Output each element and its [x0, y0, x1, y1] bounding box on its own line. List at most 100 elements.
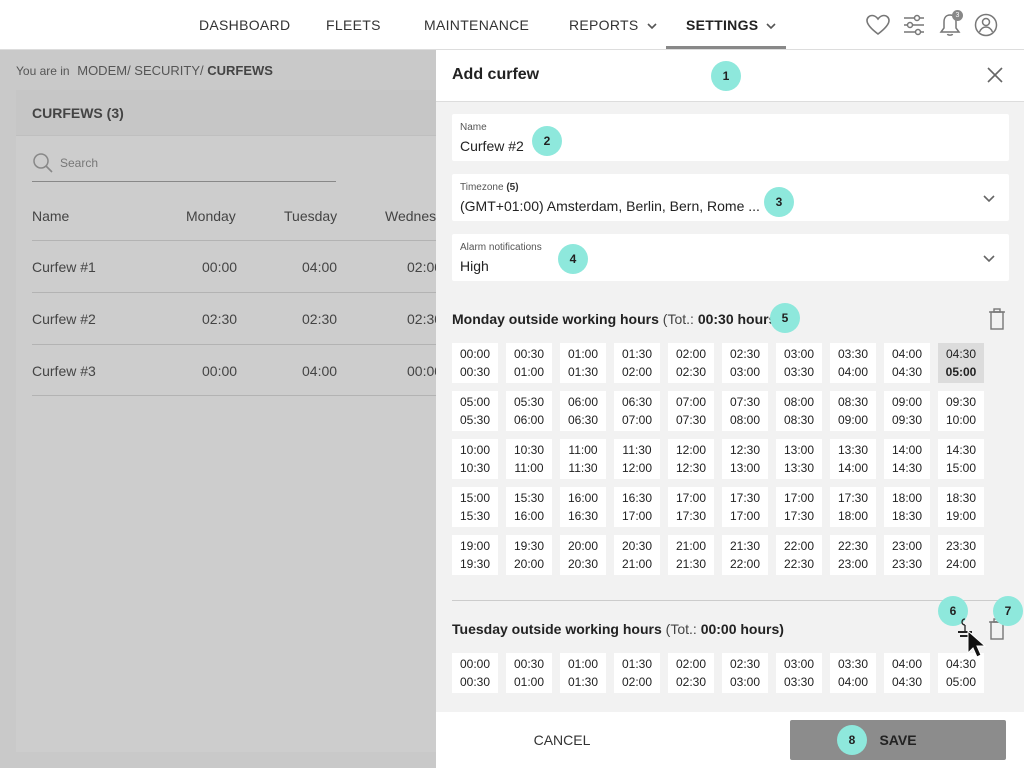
cancel-button[interactable]: CANCEL — [500, 720, 624, 760]
time-slot[interactable]: 12:30 13:00 — [722, 439, 768, 479]
time-slot[interactable]: 14:00 14:30 — [884, 439, 930, 479]
time-slot-start: 05:00 — [459, 395, 491, 409]
time-slot[interactable]: 00:30 01:00 — [506, 653, 552, 693]
time-slot[interactable]: 23:00 23:30 — [884, 535, 930, 575]
time-slot[interactable]: 16:30 17:00 — [614, 487, 660, 527]
time-slot[interactable]: 23:30 24:00 — [938, 535, 984, 575]
time-slot[interactable]: 22:00 22:30 — [776, 535, 822, 575]
nav-maintenance[interactable]: MAINTENANCE — [424, 0, 529, 50]
time-slot[interactable]: 09:00 09:30 — [884, 391, 930, 431]
time-slot-start: 20:30 — [621, 539, 653, 553]
table-row[interactable]: Curfew #1 00:00 04:00 02:00 — [32, 240, 452, 292]
search-input[interactable]: Search — [32, 150, 336, 182]
annotation-marker: 1 — [711, 61, 741, 91]
time-slot-start: 06:00 — [567, 395, 599, 409]
column-header-monday[interactable]: Monday — [186, 208, 236, 224]
time-slot[interactable]: 17:30 17:00 — [722, 487, 768, 527]
time-slot[interactable]: 21:30 22:00 — [722, 535, 768, 575]
alarm-notifications-select[interactable]: Alarm notifications High — [452, 234, 1009, 281]
time-slot[interactable]: 13:30 14:00 — [830, 439, 876, 479]
annotation-marker: 2 — [532, 126, 562, 156]
column-header-name[interactable]: Name — [32, 208, 69, 224]
nav-fleets[interactable]: FLEETS — [326, 0, 381, 50]
time-slot[interactable]: 00:00 00:30 — [452, 343, 498, 383]
time-slot[interactable]: 01:00 01:30 — [560, 653, 606, 693]
time-slot[interactable]: 07:30 08:00 — [722, 391, 768, 431]
time-slot[interactable]: 02:00 02:30 — [668, 653, 714, 693]
annotation-marker: 7 — [993, 596, 1023, 626]
time-slot[interactable]: 01:00 01:30 — [560, 343, 606, 383]
bell-icon[interactable]: 3 — [937, 10, 963, 38]
time-slot[interactable]: 02:00 02:30 — [668, 343, 714, 383]
time-slot[interactable]: 17:00 17:30 — [776, 487, 822, 527]
trash-icon[interactable] — [988, 308, 1006, 330]
time-slot[interactable]: 19:30 20:00 — [506, 535, 552, 575]
time-slot[interactable]: 15:30 16:00 — [506, 487, 552, 527]
heart-icon[interactable] — [865, 12, 891, 38]
time-slot[interactable]: 12:00 12:30 — [668, 439, 714, 479]
close-icon[interactable] — [986, 66, 1006, 86]
time-slot[interactable]: 08:00 08:30 — [776, 391, 822, 431]
time-slot[interactable]: 03:00 03:30 — [776, 653, 822, 693]
time-slot[interactable]: 11:30 12:00 — [614, 439, 660, 479]
time-slot[interactable]: 11:00 11:30 — [560, 439, 606, 479]
time-slot[interactable]: 01:30 02:00 — [614, 653, 660, 693]
time-slot[interactable]: 17:00 17:30 — [668, 487, 714, 527]
time-slot[interactable]: 18:00 18:30 — [884, 487, 930, 527]
time-slot[interactable]: 14:30 15:00 — [938, 439, 984, 479]
time-slot[interactable]: 17:30 18:00 — [830, 487, 876, 527]
time-slot[interactable]: 21:00 21:30 — [668, 535, 714, 575]
time-slot[interactable]: 19:00 19:30 — [452, 535, 498, 575]
nav-reports[interactable]: REPORTS — [569, 0, 657, 50]
time-slot-end: 03:30 — [783, 365, 815, 379]
breadcrumb-path[interactable]: MODEM/ SECURITY/ — [77, 63, 203, 78]
time-slot[interactable]: 04:00 04:30 — [884, 343, 930, 383]
time-slot[interactable]: 15:00 15:30 — [452, 487, 498, 527]
time-slot[interactable]: 07:00 07:30 — [668, 391, 714, 431]
time-slot-end: 11:30 — [568, 461, 598, 475]
time-slot[interactable]: 00:00 00:30 — [452, 653, 498, 693]
time-slot[interactable]: 03:30 04:00 — [830, 343, 876, 383]
time-slot[interactable]: 05:00 05:30 — [452, 391, 498, 431]
time-slot-start: 00:00 — [459, 657, 491, 671]
time-slot[interactable]: 08:30 09:00 — [830, 391, 876, 431]
time-slot[interactable]: 03:30 04:00 — [830, 653, 876, 693]
nav-dashboard[interactable]: DASHBOARD — [199, 0, 290, 50]
table-row[interactable]: Curfew #3 00:00 04:00 00:00 — [32, 344, 452, 396]
time-slot-start: 15:30 — [513, 491, 545, 505]
time-slot[interactable]: 02:30 03:00 — [722, 343, 768, 383]
time-slot[interactable]: 04:00 04:30 — [884, 653, 930, 693]
save-button[interactable]: SAVE — [790, 720, 1006, 760]
time-slot[interactable]: 06:00 06:30 — [560, 391, 606, 431]
time-slot-end: 04:00 — [837, 675, 869, 689]
timezone-label-text: Timezone — [460, 182, 504, 193]
time-slot[interactable]: 00:30 01:00 — [506, 343, 552, 383]
time-slot-start: 23:00 — [891, 539, 923, 553]
time-slot-start: 11:30 — [622, 443, 652, 457]
time-slot[interactable]: 18:30 19:00 — [938, 487, 984, 527]
user-icon[interactable] — [973, 12, 999, 38]
time-slot[interactable]: 05:30 06:00 — [506, 391, 552, 431]
time-slot[interactable]: 10:30 11:00 — [506, 439, 552, 479]
sliders-icon[interactable] — [901, 12, 927, 38]
time-slot[interactable]: 09:30 10:00 — [938, 391, 984, 431]
time-slot[interactable]: 13:00 13:30 — [776, 439, 822, 479]
time-slot-end: 12:00 — [621, 461, 653, 475]
time-slot[interactable]: 22:30 23:00 — [830, 535, 876, 575]
timezone-select[interactable]: Timezone (5) (GMT+01:00) Amsterdam, Berl… — [452, 174, 1009, 221]
chevron-down-icon — [646, 2, 657, 52]
time-slot-start: 02:00 — [675, 347, 707, 361]
time-slot[interactable]: 16:00 16:30 — [560, 487, 606, 527]
column-header-tuesday[interactable]: Tuesday — [284, 208, 337, 224]
time-slot[interactable]: 20:00 20:30 — [560, 535, 606, 575]
time-slot-start: 14:00 — [891, 443, 923, 457]
table-row[interactable]: Curfew #2 02:30 02:30 02:30 — [32, 292, 452, 344]
time-slot[interactable]: 20:30 21:00 — [614, 535, 660, 575]
time-slot[interactable]: 01:30 02:00 — [614, 343, 660, 383]
nav-settings[interactable]: SETTINGS — [686, 0, 776, 50]
time-slot[interactable]: 03:00 03:30 — [776, 343, 822, 383]
time-slot[interactable]: 04:30 05:00 — [938, 343, 984, 383]
time-slot[interactable]: 02:30 03:00 — [722, 653, 768, 693]
time-slot[interactable]: 06:30 07:00 — [614, 391, 660, 431]
time-slot[interactable]: 10:00 10:30 — [452, 439, 498, 479]
